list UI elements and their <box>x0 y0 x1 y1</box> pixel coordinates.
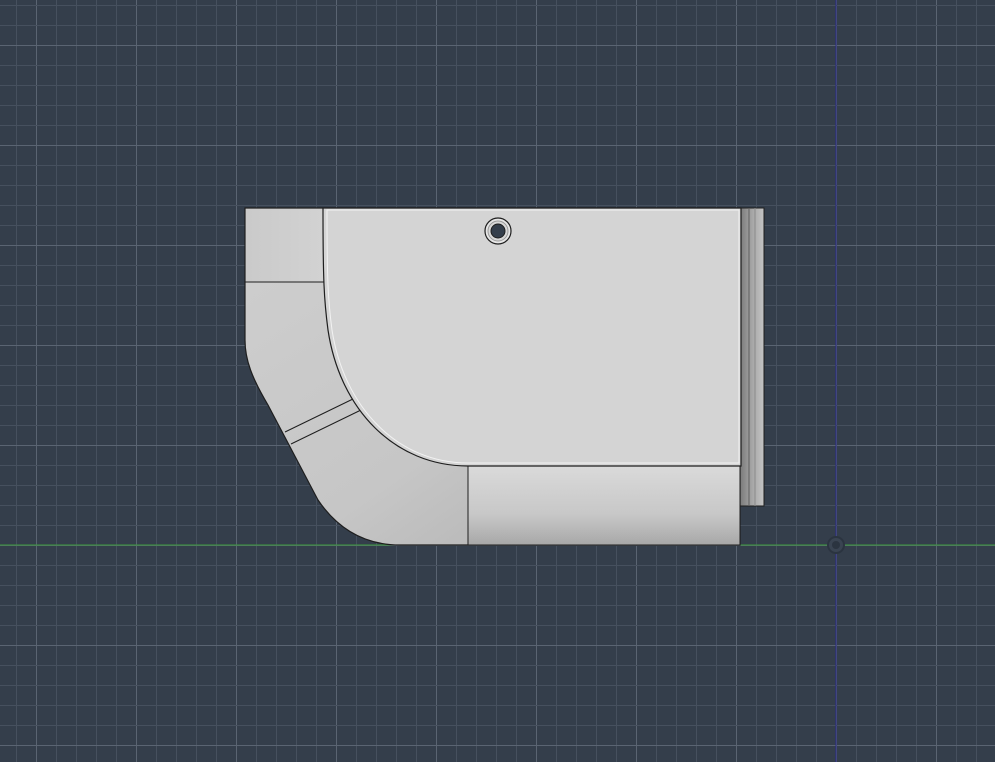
hole-icon[interactable] <box>484 217 512 245</box>
origin-icon[interactable] <box>827 536 845 554</box>
top-face[interactable] <box>322 207 742 467</box>
part-model[interactable] <box>244 207 765 546</box>
cad-viewport[interactable] <box>0 0 995 762</box>
side-plate[interactable] <box>739 207 765 507</box>
bottom-band[interactable] <box>467 465 741 546</box>
top-band[interactable] <box>246 209 324 282</box>
